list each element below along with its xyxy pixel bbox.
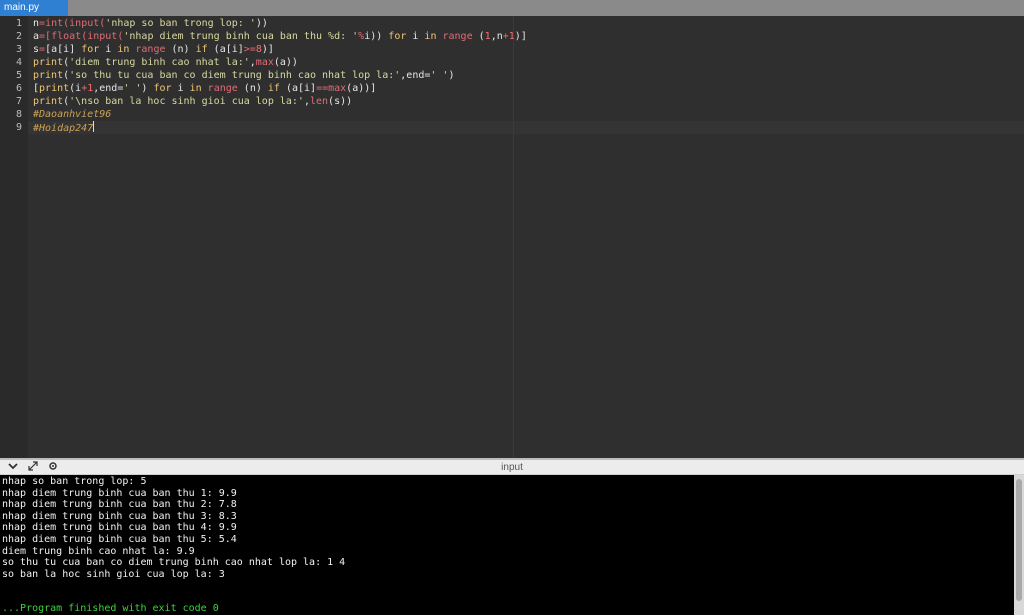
code-token: print (33, 70, 64, 81)
code-token: if (267, 83, 280, 94)
code-token: 'nhap so ban trong lop: ' (105, 18, 256, 29)
console-toolbar: input (0, 460, 1024, 475)
code-token: range (135, 44, 166, 55)
console-line: nhap diem trung binh cua ban thu 3: 8.3 (2, 510, 237, 522)
console-line: nhap diem trung binh cua ban thu 5: 5.4 (2, 534, 237, 545)
code-token: )) (255, 18, 268, 29)
code-token: i)) (364, 31, 389, 42)
console-line: so thu tu cua ban co diem trung binh cao… (2, 557, 346, 569)
line-gutter: 1 2 3 4 5 6 7 8 9 (0, 16, 28, 458)
line-number: 6 (15, 83, 22, 94)
code-token: 'nhap diem trung binh cua ban thu %d: ' (123, 31, 359, 42)
code-line-9[interactable]: #Hoidap247 (33, 121, 95, 134)
code-token: )] (514, 31, 527, 42)
code-token: ,end= (400, 70, 431, 81)
code-token: for (388, 31, 407, 42)
code-editor[interactable]: 1 2 3 4 5 6 7 8 9 n=int(input('nhap so b… (0, 16, 1024, 458)
code-token: (n) (237, 83, 268, 94)
code-token: (n) (165, 44, 196, 55)
code-token: print (33, 57, 64, 68)
code-line-1[interactable]: n=int(input('nhap so ban trong lop: ')) (33, 17, 268, 30)
line-number: 8 (15, 109, 22, 120)
code-token: len (309, 96, 329, 107)
current-line-highlight (28, 121, 1024, 134)
code-token: ' ' (430, 70, 449, 81)
line-number: 2 (15, 31, 22, 42)
code-line-5[interactable]: print('so thu tu cua ban co diem trung b… (33, 69, 454, 82)
code-token: max (255, 57, 274, 68)
code-token: ) (141, 83, 154, 94)
console-output[interactable]: nhap so ban trong lop: 5 nhap diem trung… (0, 475, 1014, 615)
code-line-4[interactable]: print('diem trung binh cao nhat la:',max… (33, 56, 298, 69)
line-number: 9 (15, 122, 22, 133)
code-token: >= (243, 44, 256, 55)
text-cursor (93, 121, 95, 132)
code-line-2[interactable]: a=[float(input('nhap diem trung binh cua… (33, 30, 527, 43)
line-number: 7 (15, 96, 22, 107)
code-token: ' ' (123, 83, 142, 94)
code-token: ,end= (93, 83, 124, 94)
console-scrollbar[interactable] (1014, 475, 1024, 615)
code-token: (a)) (273, 57, 298, 68)
code-token: int (45, 18, 64, 29)
code-line-8[interactable]: #Daoanhviet96 (33, 108, 111, 121)
code-line-7[interactable]: print('\nso ban la hoc sinh gioi cua lop… (33, 95, 352, 108)
code-token: 'so thu tu cua ban co diem trung binh ca… (69, 70, 401, 81)
code-token: == (316, 83, 329, 94)
code-token: #Hoidap247 (33, 123, 94, 134)
code-token: float (51, 31, 82, 42)
console-line: diem trung binh cao nhat la: 9.9 (2, 545, 195, 557)
code-token: print (39, 83, 70, 94)
code-token: input (69, 18, 100, 29)
code-token: (a[i] (207, 44, 244, 55)
console-line: nhap diem trung binh cua ban thu 1: 9.9 (2, 487, 237, 499)
console-line: nhap so ban trong lop: 5 (2, 476, 147, 487)
line-number: 1 (15, 18, 22, 29)
code-token: (s)) (328, 96, 353, 107)
code-token: for (153, 83, 172, 94)
console-scrollbar-thumb[interactable] (1016, 479, 1022, 601)
code-token: 'diem trung binh cao nhat la:' (69, 57, 250, 68)
code-token: i (99, 44, 118, 55)
code-token: range (442, 31, 473, 42)
code-token: ,n (490, 31, 503, 42)
code-token: (i (69, 83, 82, 94)
code-token: for (81, 44, 100, 55)
line-number: 3 (15, 44, 22, 55)
console-line: so ban la hoc sinh gioi cua lop la: 3 (2, 568, 225, 580)
code-token: max (328, 83, 347, 94)
code-token: in (424, 31, 437, 42)
code-token: print (33, 96, 64, 107)
console-line: nhap diem trung binh cua ban thu 2: 7.8 (2, 499, 237, 511)
code-token: if (195, 44, 208, 55)
code-token: ( (472, 31, 485, 42)
code-token: (a))] (346, 83, 377, 94)
code-token: ) (448, 70, 455, 81)
code-line-6[interactable]: [print(i+1,end=' ') for i in range (n) i… (33, 82, 376, 95)
code-token: in (189, 83, 202, 94)
console-line: nhap diem trung binh cua ban thu 4: 9.9 (2, 522, 237, 534)
code-token: (a[i] (279, 83, 317, 94)
code-token: )] (261, 44, 274, 55)
code-token: range (207, 83, 238, 94)
tab-main-py[interactable]: main.py (0, 0, 68, 16)
console-exit-message: ...Program finished with exit code 0 (2, 603, 219, 614)
print-margin (513, 16, 514, 458)
code-token: [a[i] (45, 44, 82, 55)
line-number: 5 (15, 70, 22, 81)
console-panel-title: input (501, 462, 523, 473)
line-number: 4 (15, 57, 22, 68)
code-token: input (87, 31, 118, 42)
code-token: in (117, 44, 130, 55)
code-token: =[ (39, 31, 52, 42)
code-line-3[interactable]: s=[a[i] for i in range (n) if (a[i]>=8)] (33, 43, 274, 56)
code-token: i (171, 83, 190, 94)
tab-bar: main.py (0, 0, 1024, 16)
code-token: i (406, 31, 425, 42)
code-token: '\nso ban la hoc sinh gioi cua lop la:' (69, 96, 304, 107)
